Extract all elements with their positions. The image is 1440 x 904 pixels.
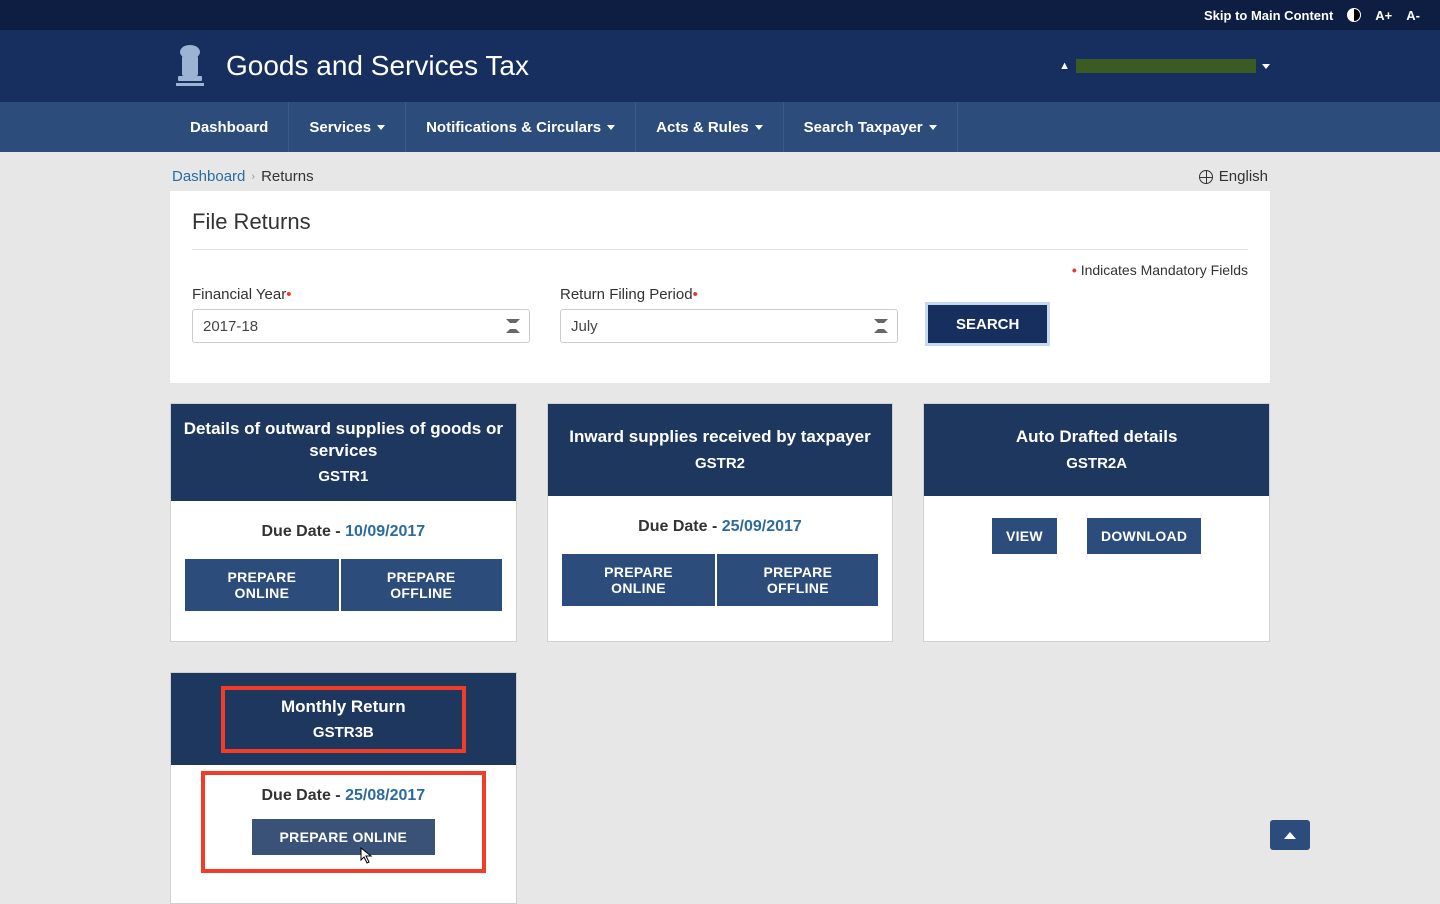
card-title: Monthly Return — [229, 696, 458, 718]
card-header: Inward supplies received by taxpayer GSTR… — [548, 404, 893, 496]
mandatory-note: • Indicates Mandatory Fields — [192, 262, 1248, 278]
chevron-down-icon — [1262, 64, 1270, 69]
breadcrumb: Dashboard › Returns — [172, 168, 314, 185]
site-header: Goods and Services Tax ▲ — [0, 30, 1440, 102]
card-header: Auto Drafted details GSTR2A — [924, 404, 1269, 496]
card-title: Auto Drafted details — [936, 426, 1257, 448]
user-menu[interactable]: ▲ — [1059, 59, 1270, 73]
search-button[interactable]: SEARCH — [928, 305, 1047, 343]
breadcrumb-separator: › — [251, 171, 255, 183]
due-date: Due Date - 25/08/2017 — [213, 787, 474, 805]
card-actions: PREPARE ONLINE — [213, 819, 474, 855]
nav-search-taxpayer[interactable]: Search Taxpayer — [784, 102, 958, 152]
highlight-header-box: Monthly Return GSTR3B — [221, 686, 466, 753]
card-title: Details of outward supplies of goods or … — [183, 418, 504, 462]
brand: Goods and Services Tax — [170, 38, 529, 94]
card-code: GSTR3B — [229, 724, 458, 741]
prepare-online-button[interactable]: PREPARE ONLINE — [252, 819, 436, 855]
main-nav: DashboardServicesNotifications & Circula… — [0, 102, 1440, 152]
return-card-gstr1: Details of outward supplies of goods or … — [170, 403, 517, 642]
card-body: Due Date - 25/09/2017 PREPARE ONLINEPREPA… — [548, 496, 893, 606]
card-header: Monthly Return GSTR3B — [171, 673, 516, 765]
return-card-gstr2: Inward supplies received by taxpayer GSTR… — [547, 403, 894, 642]
language-selector[interactable]: English — [1199, 168, 1268, 185]
breadcrumb-current: Returns — [261, 168, 314, 185]
globe-icon — [1199, 170, 1213, 184]
card-body: VIEW DOWNLOAD — [924, 496, 1269, 554]
card-actions: VIEW DOWNLOAD — [938, 518, 1255, 554]
chevron-up-icon — [1284, 832, 1296, 839]
nav-services[interactable]: Services — [289, 102, 406, 152]
fy-label: Financial Year• — [192, 286, 530, 303]
font-increase[interactable]: A+ — [1375, 8, 1392, 23]
card-body: Due Date - 25/08/2017 PREPARE ONLINE — [171, 765, 516, 873]
financial-year-select[interactable]: 2017-18 — [192, 309, 530, 343]
prepare-offline-button[interactable]: PREPARE OFFLINE — [717, 554, 878, 606]
card-code: GSTR2 — [560, 455, 881, 472]
breadcrumb-root[interactable]: Dashboard — [172, 168, 245, 185]
card-title: Inward supplies received by taxpayer — [560, 426, 881, 448]
prepare-offline-button[interactable]: PREPARE OFFLINE — [341, 559, 502, 611]
due-date: Due Date - 25/09/2017 — [562, 518, 879, 536]
user-icon: ▲ — [1059, 60, 1070, 72]
card-body: Due Date - 10/09/2017 PREPARE ONLINEPREPA… — [171, 501, 516, 611]
prepare-online-button[interactable]: PREPARE ONLINE — [185, 559, 339, 611]
scroll-top-button[interactable] — [1270, 820, 1310, 850]
user-name-redacted — [1076, 59, 1256, 73]
font-decrease[interactable]: A- — [1406, 8, 1420, 23]
card-code: GSTR1 — [183, 468, 504, 485]
return-period-select[interactable]: July — [560, 309, 898, 343]
chevron-down-icon — [607, 125, 615, 130]
contrast-icon[interactable] — [1347, 8, 1361, 22]
download-button[interactable]: DOWNLOAD — [1087, 518, 1201, 554]
chevron-down-icon — [755, 125, 763, 130]
view-button[interactable]: VIEW — [992, 518, 1057, 554]
nav-notifications-circulars[interactable]: Notifications & Circulars — [406, 102, 636, 152]
prepare-online-button[interactable]: PREPARE ONLINE — [562, 554, 716, 606]
skip-link[interactable]: Skip to Main Content — [1204, 8, 1333, 23]
language-label: English — [1219, 168, 1268, 185]
nav-dashboard[interactable]: Dashboard — [170, 102, 289, 152]
site-title: Goods and Services Tax — [226, 50, 529, 82]
chevron-down-icon — [377, 125, 385, 130]
card-actions: PREPARE ONLINEPREPARE OFFLINE — [562, 554, 879, 606]
due-date: Due Date - 10/09/2017 — [185, 523, 502, 541]
asterisk-icon: • — [1072, 262, 1077, 278]
card-actions: PREPARE ONLINEPREPARE OFFLINE — [185, 559, 502, 611]
card-code: GSTR2A — [936, 455, 1257, 472]
chevron-down-icon — [929, 125, 937, 130]
return-card-gstr2a: Auto Drafted details GSTR2A VIEW DOWNLOAD — [923, 403, 1270, 642]
page-title: File Returns — [192, 209, 1248, 250]
file-returns-panel: File Returns • Indicates Mandatory Field… — [170, 191, 1270, 383]
accessibility-bar: Skip to Main Content A+ A- — [0, 0, 1440, 30]
return-card-gstr3b: Monthly Return GSTR3B Due Date - 25/08/201… — [170, 672, 517, 904]
card-header: Details of outward supplies of goods or … — [171, 404, 516, 501]
period-label: Return Filing Period• — [560, 286, 898, 303]
nav-acts-rules[interactable]: Acts & Rules — [636, 102, 784, 152]
highlight-body-box: Due Date - 25/08/2017 PREPARE ONLINE — [201, 771, 486, 873]
emblem-icon — [170, 38, 210, 94]
